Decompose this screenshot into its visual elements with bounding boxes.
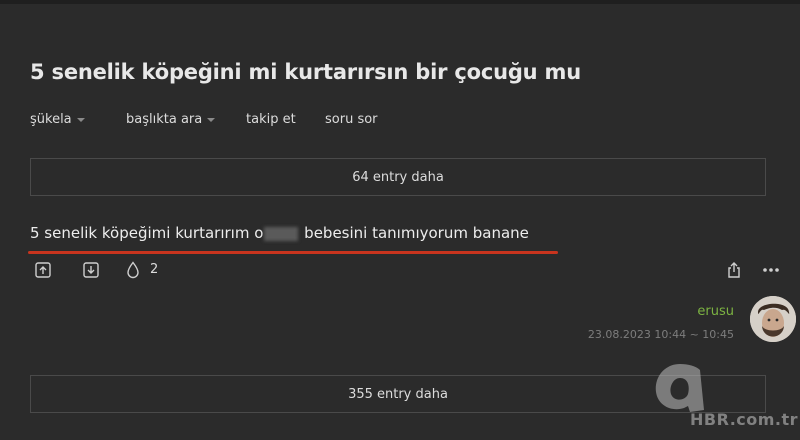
arrow-down-box-icon <box>83 262 99 278</box>
entry-author[interactable]: erusu <box>697 304 734 319</box>
sort-label: şükela <box>30 112 72 127</box>
drop-icon <box>127 261 139 279</box>
load-more-top-button[interactable]: 64 entry daha <box>30 158 766 196</box>
arrow-up-box-icon <box>35 262 51 278</box>
ellipsis-icon <box>763 268 779 272</box>
entry-text-end: bebesini tanımıyorum banane <box>299 224 529 242</box>
censored-word <box>264 226 299 241</box>
highlight-underline <box>28 251 558 254</box>
favorite-button[interactable] <box>124 261 142 279</box>
share-icon <box>728 262 740 278</box>
sort-dropdown[interactable]: şükela <box>30 112 85 127</box>
load-more-bottom-label: 355 entry daha <box>348 386 448 402</box>
watermark-text: HBR.com.tr <box>690 410 799 429</box>
search-in-topic-dropdown[interactable]: başlıkta ara <box>126 112 216 127</box>
entry-date[interactable]: 23.08.2023 10:44 ~ 10:45 <box>588 328 734 341</box>
chevron-down-icon <box>207 117 216 122</box>
page-title[interactable]: 5 senelik köpeğini mi kurtarırsın bir ço… <box>30 60 581 84</box>
downvote-button[interactable] <box>82 261 100 279</box>
avatar-image <box>750 296 796 342</box>
follow-button[interactable]: takip et <box>246 112 296 127</box>
share-button[interactable] <box>725 261 743 279</box>
upvote-button[interactable] <box>34 261 52 279</box>
entry-text-start: 5 senelik köpeğimi kurtarırım o <box>30 224 264 242</box>
ask-question-button[interactable]: soru sor <box>325 112 378 127</box>
entry-content: 5 senelik köpeğimi kurtarırım o bebesini… <box>30 224 529 242</box>
search-in-topic-label: başlıkta ara <box>126 112 203 127</box>
top-border <box>0 0 800 4</box>
more-options-button[interactable] <box>762 261 780 279</box>
avatar[interactable] <box>750 296 796 342</box>
watermark-a-icon <box>655 364 704 412</box>
chevron-down-icon <box>76 117 85 122</box>
load-more-top-label: 64 entry daha <box>352 169 444 185</box>
favorite-count[interactable]: 2 <box>150 262 158 277</box>
